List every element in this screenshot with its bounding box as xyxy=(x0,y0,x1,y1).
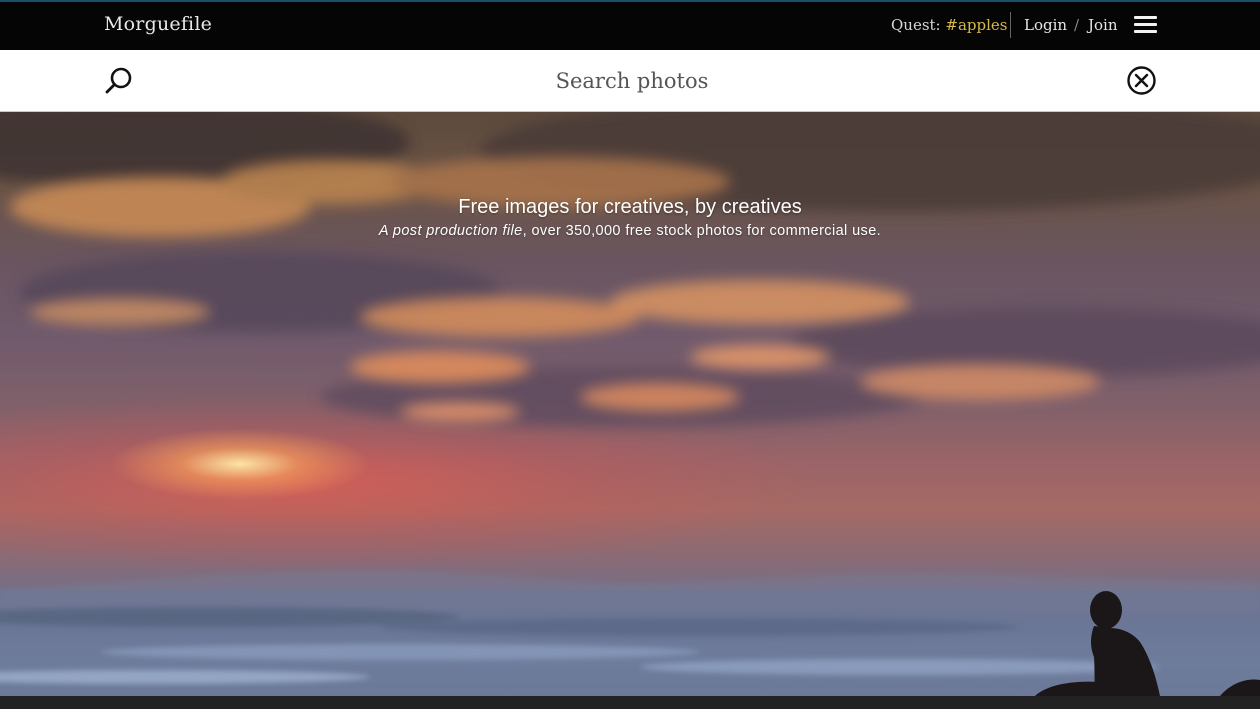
hero-title: Free images for creatives, by creatives xyxy=(458,196,802,218)
join-link[interactable]: Join xyxy=(1088,16,1118,34)
search-bar xyxy=(0,50,1260,112)
hero-banner: Free images for creatives, by creatives … xyxy=(0,112,1260,696)
top-navbar: Morguefile Quest: #apples Login / Join xyxy=(0,0,1260,50)
menu-line xyxy=(1134,23,1157,26)
nav-divider xyxy=(1010,12,1011,38)
hero-subtitle-italic: A post production file xyxy=(378,223,523,239)
content-strip xyxy=(0,696,1260,709)
menu-line xyxy=(1134,30,1157,33)
quest-label: Quest: xyxy=(891,16,946,34)
hero-subtitle-rest: , over 350,000 free stock photos for com… xyxy=(522,223,882,239)
search-icon[interactable] xyxy=(104,66,134,96)
quest-text: Quest: #apples xyxy=(891,16,1007,34)
quest-tag-link[interactable]: #apples xyxy=(945,16,1007,34)
login-link[interactable]: Login xyxy=(1024,16,1067,34)
hero-subtitle: A post production file, over 350,000 fre… xyxy=(0,223,1260,239)
search-input[interactable] xyxy=(360,61,904,101)
login-join-separator: / xyxy=(1074,16,1080,34)
hamburger-menu-icon[interactable] xyxy=(1134,15,1158,35)
menu-line xyxy=(1134,16,1157,19)
close-circle-icon[interactable] xyxy=(1126,65,1157,96)
site-logo[interactable]: Morguefile xyxy=(104,13,212,35)
